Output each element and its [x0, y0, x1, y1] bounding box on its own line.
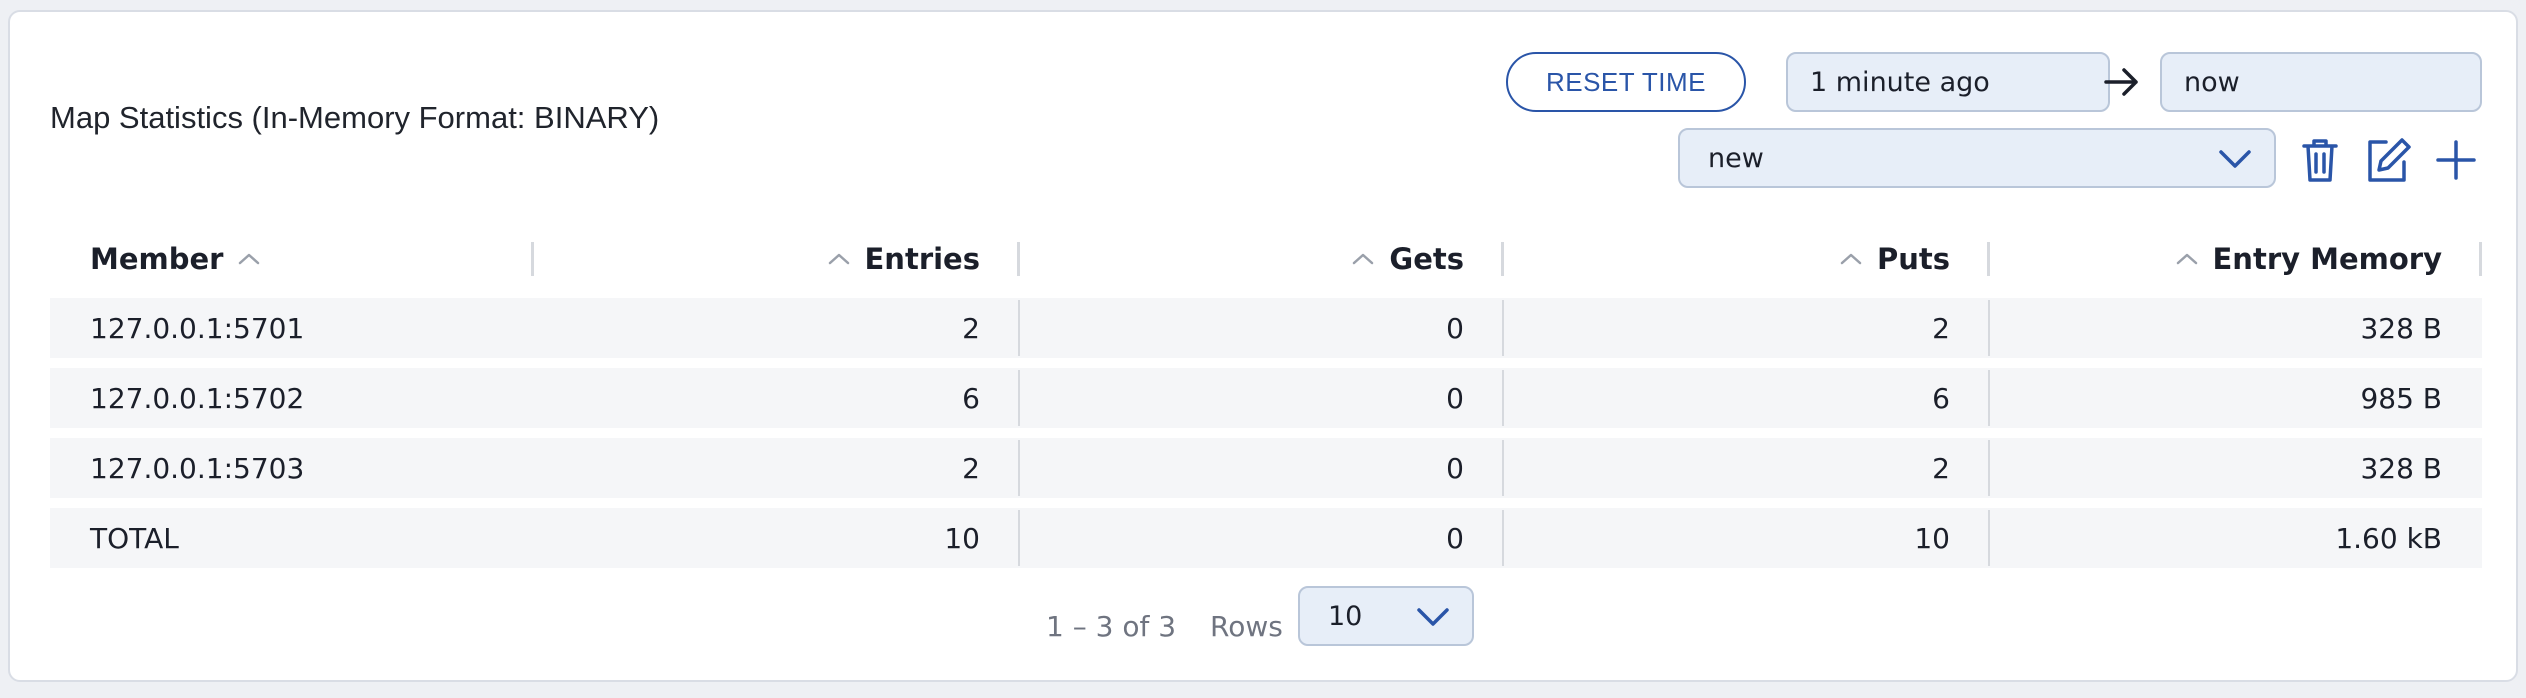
cell-member: 127.0.0.1:5701 — [90, 311, 305, 345]
chevron-down-icon — [1417, 608, 1449, 626]
cell-puts: 2 — [1504, 298, 1990, 358]
cell-member: TOTAL — [90, 521, 179, 555]
add-icon[interactable] — [2432, 136, 2480, 184]
sort-up-icon[interactable] — [1839, 252, 1863, 266]
sort-up-icon[interactable] — [1351, 252, 1375, 266]
cell-gets: 0 — [1020, 298, 1504, 358]
cell-member: 127.0.0.1:5703 — [90, 451, 305, 485]
cell-entries: 2 — [534, 438, 1020, 498]
column-header-entries[interactable]: Entries — [534, 228, 1020, 290]
panel-title: Map Statistics (In-Memory Format: BINARY… — [50, 100, 660, 135]
rows-per-page-label: Rows — [1210, 609, 1283, 643]
time-to-input[interactable]: now — [2160, 52, 2482, 112]
table-row: 127.0.0.1:5701 2 0 2 328 B — [50, 298, 2482, 358]
column-divider[interactable] — [2479, 242, 2482, 276]
table-row: 127.0.0.1:5702 6 0 6 985 B — [50, 368, 2482, 428]
rows-per-page-value: 10 — [1328, 600, 1363, 632]
cell-entries: 2 — [534, 298, 1020, 358]
cell-gets: 0 — [1020, 508, 1504, 568]
statistics-table: Member Entries Gets Puts Entry Memory 12… — [50, 228, 2482, 578]
sort-up-icon[interactable] — [2175, 252, 2199, 266]
cell-puts: 6 — [1504, 368, 1990, 428]
view-select[interactable]: new — [1678, 128, 2276, 188]
cell-entries: 10 — [534, 508, 1020, 568]
sort-up-icon[interactable] — [827, 252, 851, 266]
cell-member: 127.0.0.1:5702 — [90, 381, 305, 415]
time-from-input[interactable]: 1 minute ago — [1786, 52, 2110, 112]
table-header-row: Member Entries Gets Puts Entry Memory — [50, 228, 2482, 290]
table-row: 127.0.0.1:5703 2 0 2 328 B — [50, 438, 2482, 498]
cell-puts: 10 — [1504, 508, 1990, 568]
cell-entry-memory: 328 B — [2360, 451, 2442, 485]
trash-icon[interactable] — [2296, 136, 2344, 184]
column-header-entry-memory[interactable]: Entry Memory — [1990, 228, 2482, 290]
chevron-down-icon — [2219, 150, 2251, 168]
reset-time-button[interactable]: RESET TIME — [1506, 52, 1746, 112]
cell-puts: 2 — [1504, 438, 1990, 498]
cell-entry-memory: 328 B — [2360, 311, 2442, 345]
view-select-value: new — [1708, 142, 1764, 174]
cell-gets: 0 — [1020, 368, 1504, 428]
edit-icon[interactable] — [2364, 136, 2412, 184]
pagination-range: 1 – 3 of 3 — [1046, 609, 1177, 643]
column-header-puts[interactable]: Puts — [1504, 228, 1990, 290]
cell-entry-memory: 985 B — [2360, 381, 2442, 415]
column-header-member[interactable]: Member — [50, 228, 534, 290]
cell-entry-memory: 1.60 kB — [2335, 521, 2442, 555]
cell-entries: 6 — [534, 368, 1020, 428]
column-header-gets[interactable]: Gets — [1020, 228, 1504, 290]
table-row-total: TOTAL 10 0 10 1.60 kB — [50, 508, 2482, 568]
rows-per-page-select[interactable]: 10 — [1298, 586, 1474, 646]
map-statistics-panel: Map Statistics (In-Memory Format: BINARY… — [8, 10, 2518, 682]
arrow-right-icon — [2104, 68, 2138, 96]
sort-up-icon[interactable] — [237, 252, 261, 266]
cell-gets: 0 — [1020, 438, 1504, 498]
